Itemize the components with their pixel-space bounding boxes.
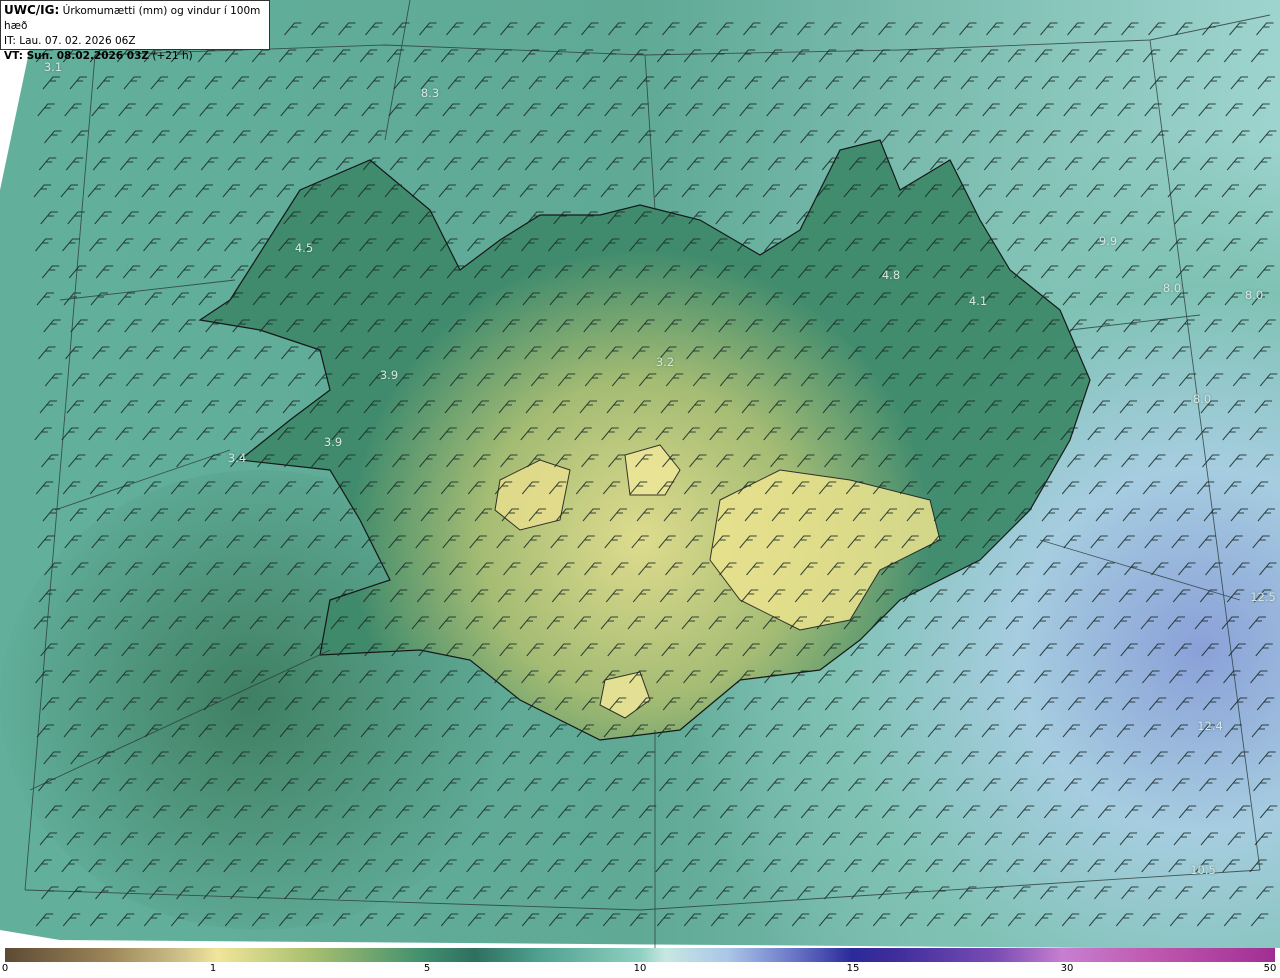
colorbar-strip	[5, 948, 1275, 962]
value-label: 3.9	[323, 435, 343, 449]
value-label: 4.8	[881, 268, 901, 282]
value-label: 9.9	[1098, 234, 1118, 248]
valid-time-line: VT: Sun. 08.02.2026 03Z (+21 h)	[4, 49, 266, 64]
value-label: 12.5	[1250, 590, 1276, 604]
map-title-box: UWC/IG: Úrkomumætti (mm) og vindur í 100…	[0, 0, 270, 62]
colorbar-tick: 15	[846, 963, 860, 974]
forecast-offset: (+21 h)	[152, 50, 193, 62]
value-label: 10.5	[1190, 863, 1216, 877]
colorbar-tick: 1	[209, 963, 217, 974]
value-label: 8.0	[1162, 281, 1182, 295]
value-label: 3.2	[655, 355, 675, 369]
value-label: 8.0	[1244, 288, 1264, 302]
colorbar-tick: 30	[1060, 963, 1074, 974]
product-code: UWC/IG:	[4, 3, 60, 17]
precipitation-wind-map	[0, 0, 1280, 948]
map-panel: 3.1 8.3 4.5 4.8 4.1 9.9 8.0 8.0 3.9 3.2 …	[0, 0, 1280, 948]
colorbar-tick: 0	[1, 963, 9, 974]
value-label: 4.1	[968, 294, 988, 308]
colorbar-tick: 10	[633, 963, 647, 974]
colorbar-tick: 5	[423, 963, 431, 974]
value-label: 8.3	[420, 86, 440, 100]
colorbar-tick: 50	[1263, 963, 1277, 974]
colorbar: 0 1 5 10 15 30 50	[0, 948, 1280, 978]
value-label: 3.4	[227, 451, 247, 465]
value-label: 3.9	[379, 368, 399, 382]
issue-time: IT: Lau. 07. 02. 2026 06Z	[4, 35, 136, 47]
value-label: 12.4	[1197, 719, 1223, 733]
valid-time: VT: Sun. 08.02.2026 03Z	[4, 50, 150, 62]
value-label: 8.0	[1192, 392, 1212, 406]
product-line: UWC/IG: Úrkomumætti (mm) og vindur í 100…	[4, 3, 266, 34]
value-label: 4.5	[294, 241, 314, 255]
